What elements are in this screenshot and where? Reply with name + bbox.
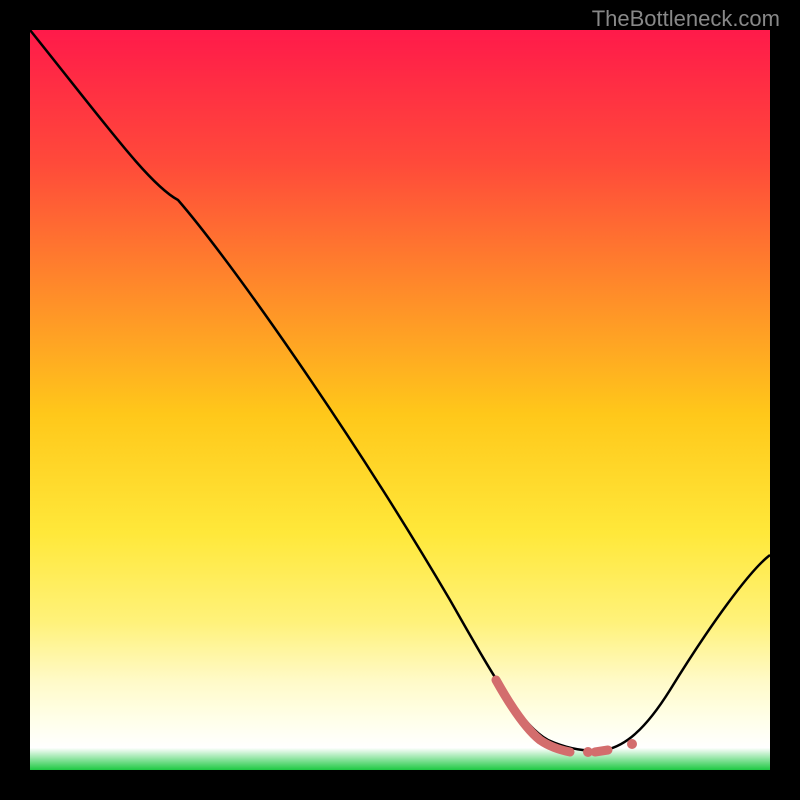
watermark-text: TheBottleneck.com [592, 6, 780, 32]
bottleneck-curve-line [30, 30, 770, 751]
chart-area [30, 30, 770, 770]
bottleneck-chart [30, 30, 770, 770]
